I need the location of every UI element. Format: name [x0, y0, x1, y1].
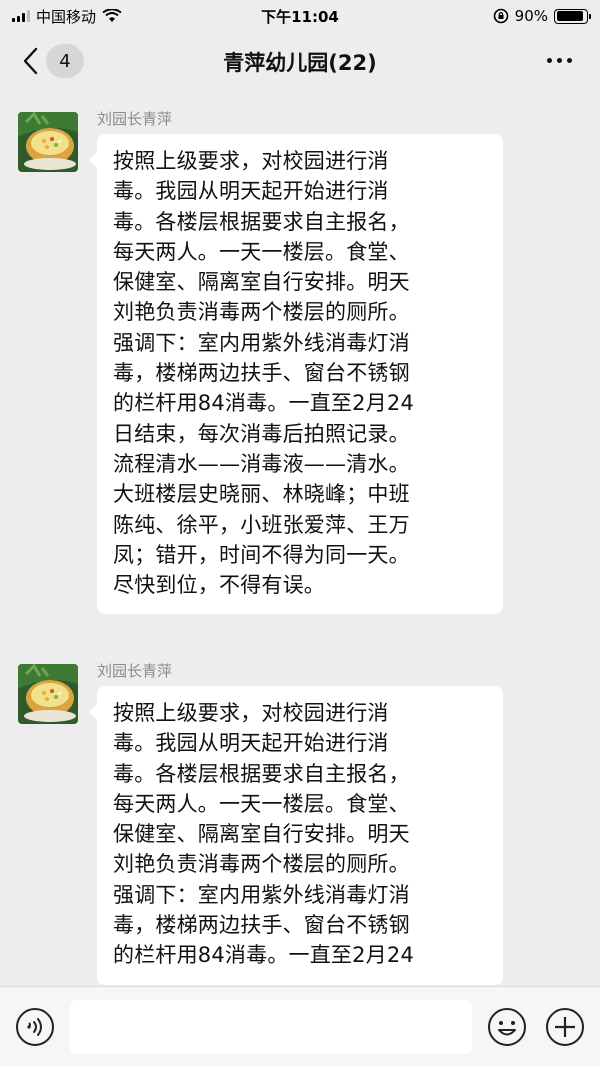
- wifi-icon: [102, 9, 122, 22]
- message-line: 的栏杆用84消毒。一直至2月24: [113, 943, 415, 968]
- message-line: 陈纯、徐平，小班张爱萍、王万: [113, 512, 410, 537]
- message-line: 毒。我园从明天起开始进行消: [113, 731, 389, 756]
- message-line: 流程清水——消毒液——清水。: [113, 451, 410, 476]
- unread-count-badge: 4: [46, 44, 84, 78]
- back-button[interactable]: 4: [22, 44, 84, 78]
- emoji-icon: [488, 1008, 526, 1046]
- battery-level: [556, 11, 583, 21]
- chat-area[interactable]: 刘园长青萍 按照上级要求，对校园进行消 毒。我园从明天起开始进行消 毒。各楼层根…: [0, 92, 600, 986]
- avatar-food-icon[interactable]: [18, 112, 78, 172]
- message-line: 毒，楼梯两边扶手、窗台不锈钢: [113, 361, 410, 386]
- message-line: 强调下：室内用紫外线消毒灯消: [113, 330, 410, 355]
- message-line: 刘艳负责消毒两个楼层的厕所。: [113, 300, 410, 325]
- nav-bar: 4 青萍幼儿园(22): [0, 32, 600, 92]
- message-line: 按照上级要求，对校园进行消: [113, 149, 389, 173]
- more-icon[interactable]: [547, 58, 572, 63]
- chat-title: 青萍幼儿园(22): [223, 51, 377, 75]
- message-line: 尽快到位，不得有误。: [113, 573, 325, 598]
- message-line: 日结束，每次消毒后拍照记录。: [113, 421, 410, 446]
- message-line: 每天两人。一天一楼层。食堂、: [113, 791, 410, 816]
- message-line: 保健室、隔离室自行安排。明天: [113, 822, 410, 847]
- sender-name: 刘园长青萍: [97, 110, 173, 128]
- signal-icon: [12, 10, 30, 22]
- battery-percent: 90%: [514, 7, 548, 25]
- message-line: 毒。各楼层根据要求自主报名，: [113, 761, 410, 786]
- message-line: 保健室、隔离室自行安排。明天: [113, 270, 410, 295]
- message-line: 大班楼层史晓丽、林晓峰；中班: [113, 482, 410, 507]
- message-bubble[interactable]: 按照上级要求，对校园进行消 毒。我园从明天起开始进行消 毒。各楼层根据要求自主报…: [89, 134, 503, 615]
- emoji-button[interactable]: [487, 1007, 527, 1047]
- rotation-lock-icon: [493, 8, 508, 24]
- message-line: 毒，楼梯两边扶手、窗台不锈钢: [113, 913, 410, 938]
- input-bar: [0, 986, 600, 1066]
- message-line: 刘艳负责消毒两个楼层的厕所。: [113, 852, 410, 877]
- status-bar: 中国移动 下午11:04 90%: [0, 0, 600, 32]
- status-right: 90%: [493, 7, 591, 25]
- carrier-label: 中国移动: [36, 7, 97, 26]
- back-chevron-icon: [23, 47, 38, 75]
- message-line: 按照上级要求，对校园进行消: [113, 701, 389, 725]
- message-input[interactable]: [70, 1000, 472, 1054]
- message-line: 毒。各楼层根据要求自主报名，: [113, 209, 410, 234]
- status-left: 中国移动: [12, 6, 122, 27]
- sender-name: 刘园长青萍: [97, 662, 173, 680]
- avatar-food-icon[interactable]: [18, 664, 78, 724]
- message-line: 每天两人。一天一楼层。食堂、: [113, 239, 410, 264]
- message-line: 强调下：室内用紫外线消毒灯消: [113, 882, 410, 907]
- message-line: 的栏杆用84消毒。一直至2月24: [113, 391, 415, 416]
- message-line: 凤；错开，时间不得为同一天。: [113, 542, 410, 567]
- battery-icon: [554, 8, 591, 24]
- plus-icon: [546, 1008, 584, 1046]
- voice-icon: [16, 1008, 54, 1046]
- message-line: 毒。我园从明天起开始进行消: [113, 179, 389, 204]
- more-functions-button[interactable]: [545, 1007, 585, 1047]
- message-bubble[interactable]: 按照上级要求，对校园进行消 毒。我园从明天起开始进行消 毒。各楼层根据要求自主报…: [89, 686, 503, 985]
- voice-button[interactable]: [15, 1007, 55, 1047]
